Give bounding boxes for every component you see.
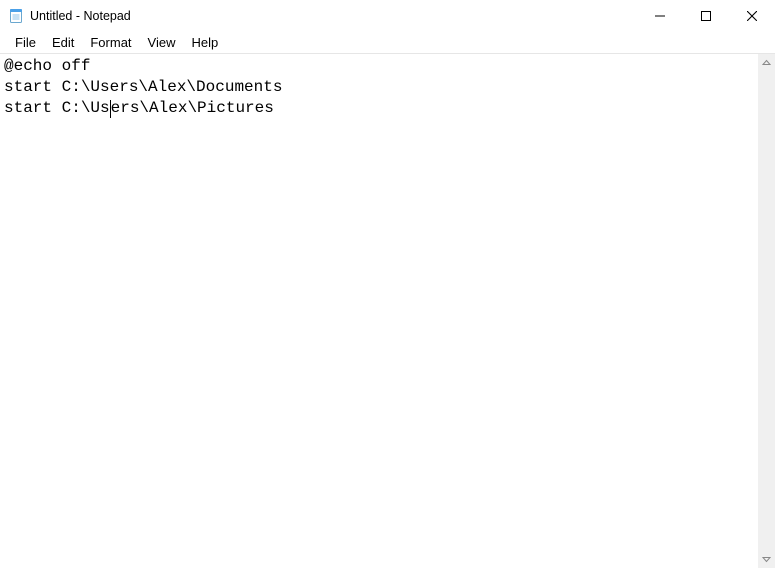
menu-format[interactable]: Format — [82, 33, 139, 53]
scroll-up-arrow-icon[interactable] — [758, 54, 775, 71]
content-area: @echo offstart C:\Users\Alex\Documentsst… — [0, 54, 775, 568]
menu-view[interactable]: View — [140, 33, 184, 53]
menu-edit[interactable]: Edit — [44, 33, 82, 53]
editor-line: start C:\Users\Alex\Documents — [4, 77, 758, 98]
notepad-icon — [8, 8, 24, 24]
text-editor[interactable]: @echo offstart C:\Users\Alex\Documentsst… — [0, 54, 758, 568]
maximize-button[interactable] — [683, 0, 729, 32]
scrollbar-track[interactable] — [758, 71, 775, 551]
vertical-scrollbar[interactable] — [758, 54, 775, 568]
minimize-button[interactable] — [637, 0, 683, 32]
editor-line: @echo off — [4, 56, 758, 77]
menu-file[interactable]: File — [7, 33, 44, 53]
editor-line: start C:\Users\Alex\Pictures — [4, 98, 758, 119]
titlebar[interactable]: Untitled - Notepad — [0, 0, 775, 32]
window-controls — [637, 0, 775, 32]
window-title: Untitled - Notepad — [30, 0, 131, 32]
close-button[interactable] — [729, 0, 775, 32]
notepad-window: Untitled - Notepad File Edit Format View… — [0, 0, 775, 568]
menubar: File Edit Format View Help — [0, 32, 775, 54]
scroll-down-arrow-icon[interactable] — [758, 551, 775, 568]
menu-help[interactable]: Help — [183, 33, 226, 53]
